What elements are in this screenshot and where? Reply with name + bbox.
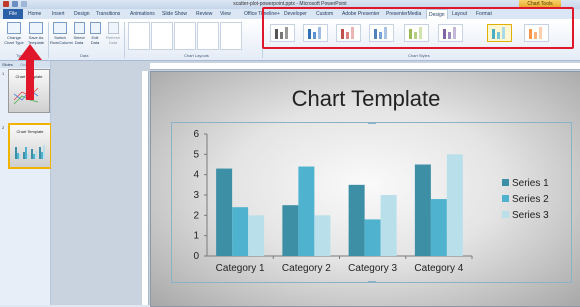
bar: [414, 164, 431, 256]
legend-swatch: [502, 195, 509, 202]
legend-swatch: [502, 179, 509, 186]
bar: [380, 195, 397, 256]
y-tick-label: 3: [193, 190, 199, 201]
chart-styles-highlight-box: [262, 7, 574, 49]
legend-label: Series 2: [512, 194, 549, 205]
chart-frame[interactable]: 0 1 2 3 4 5 6 Category 1 Category 2 Category 3 Cat…: [171, 122, 572, 283]
legend-label: Series 3: [512, 210, 549, 221]
x-tick-label: Category 2: [282, 263, 331, 274]
y-tick-label: 0: [193, 251, 199, 262]
bar: [430, 199, 447, 256]
slide-number: 1: [2, 71, 5, 76]
legend-label: Series 1: [512, 178, 549, 189]
slide-number: 2: [2, 125, 5, 130]
bar: [216, 168, 233, 256]
slide-thumbnail-2[interactable]: Chart Template: [8, 123, 52, 169]
bar: [314, 215, 331, 256]
bar: [232, 207, 249, 256]
bar: [298, 166, 315, 256]
y-tick-label: 6: [193, 129, 199, 140]
vertical-ruler: [142, 71, 149, 305]
y-tick-label: 2: [193, 210, 199, 221]
bar: [364, 219, 381, 256]
x-tick-label: Category 1: [216, 263, 265, 274]
bar: [348, 184, 365, 256]
bar: [248, 215, 265, 256]
chart-styles-group-label: Chart Styles: [408, 53, 430, 58]
bar-chart-thumbnail: [15, 145, 45, 159]
slide-title[interactable]: Chart Template: [151, 86, 580, 112]
x-tick-label: Category 3: [348, 263, 397, 274]
y-tick-label: 5: [193, 149, 199, 160]
y-tick-label: 4: [193, 170, 199, 181]
bar: [446, 154, 463, 256]
clustered-column-chart: 0 1 2 3 4 5 6 Category 1 Category 2 Category 3 Cat…: [193, 129, 549, 274]
slides-tab[interactable]: Slides: [2, 62, 13, 67]
x-tick-label: Category 4: [414, 263, 463, 274]
slide: Chart Template 0 1 2 3 4 5 6 Category 1 Category…: [150, 71, 580, 307]
horizontal-ruler: [150, 63, 580, 70]
red-arrow-annotation: [18, 44, 42, 100]
y-tick-label: 1: [193, 231, 199, 242]
bar: [282, 205, 299, 256]
legend-swatch: [502, 211, 509, 218]
